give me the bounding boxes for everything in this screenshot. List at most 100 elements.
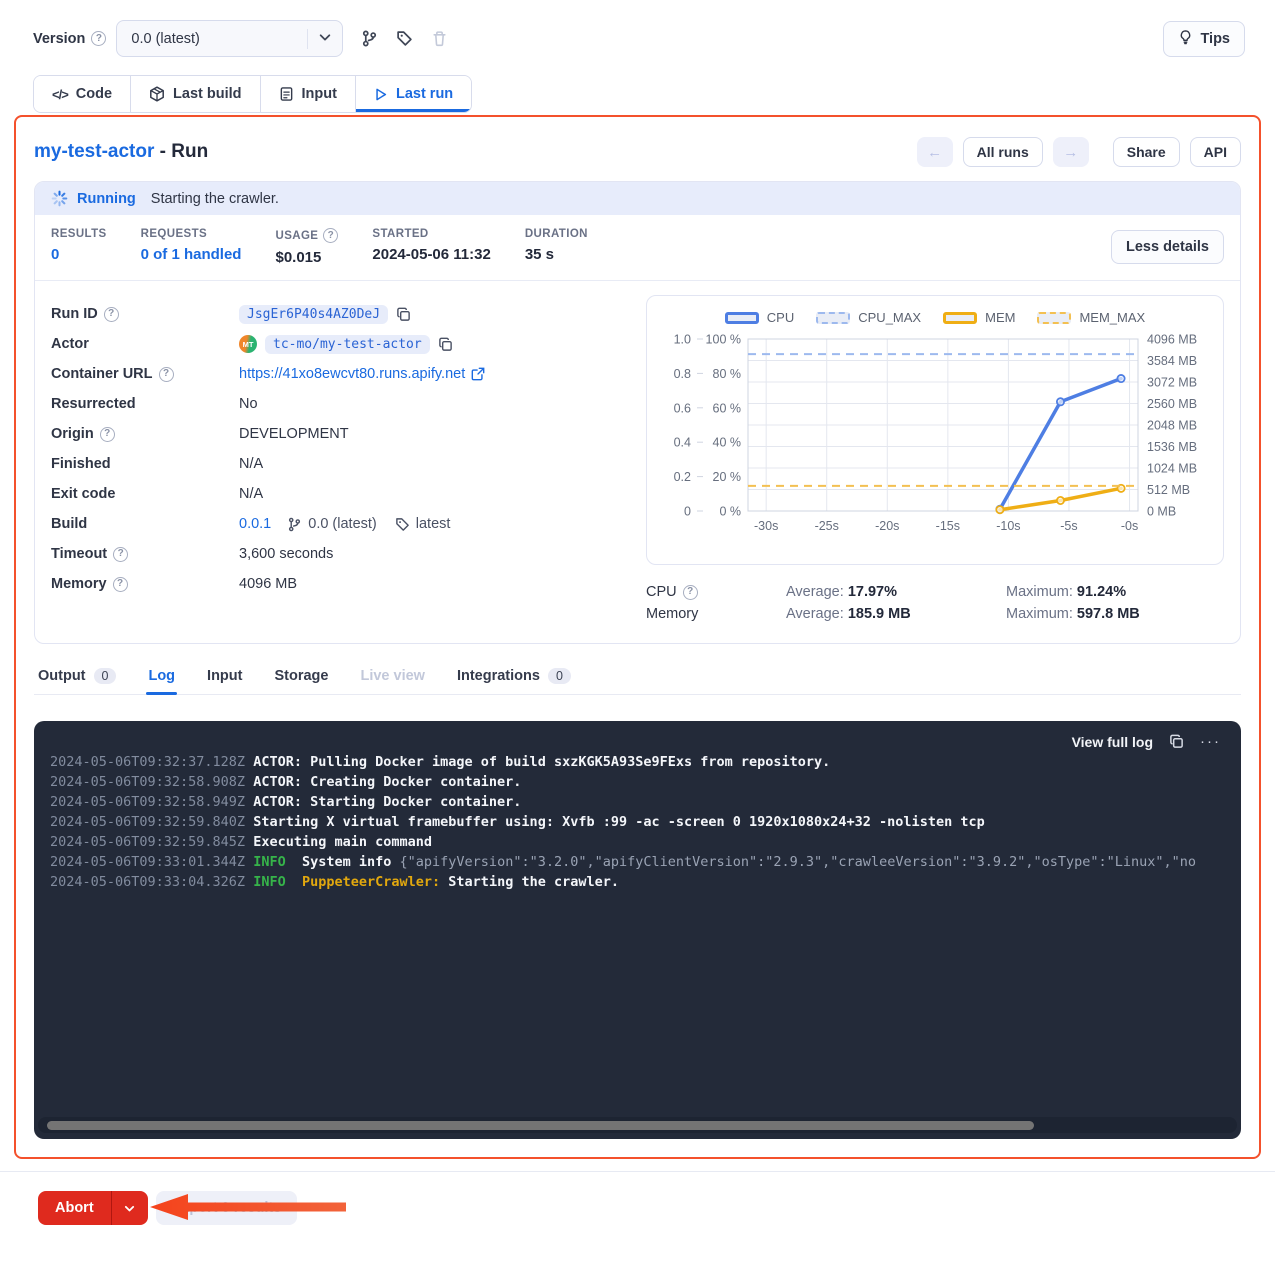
chart-legend: CPU CPU_MAX MEM MEM_MAX xyxy=(651,310,1219,325)
actor-badge[interactable]: tc-mo/my-test-actor xyxy=(265,335,430,354)
svg-text:-20s: -20s xyxy=(875,519,899,533)
svg-text:3584 MB: 3584 MB xyxy=(1147,354,1197,368)
all-runs-button[interactable]: All runs xyxy=(963,137,1043,167)
export-results-button: Export 0 results xyxy=(156,1191,298,1225)
spinner-icon xyxy=(51,190,68,207)
log-scrollbar-track[interactable] xyxy=(38,1117,1237,1133)
tab-code[interactable]: </> Code xyxy=(34,76,130,112)
svg-text:60 %: 60 % xyxy=(713,401,742,415)
file-icon xyxy=(279,86,294,102)
legend-mem_max[interactable]: MEM_MAX xyxy=(1037,310,1145,325)
actor-title-link[interactable]: my-test-actor xyxy=(34,141,154,162)
stat-duration: DURATION 35 s xyxy=(525,228,588,266)
svg-text:3072 MB: 3072 MB xyxy=(1147,376,1197,390)
tab-last-run[interactable]: Last run xyxy=(355,76,471,112)
svg-text:0.8: 0.8 xyxy=(674,367,691,381)
svg-text:-15s: -15s xyxy=(936,519,960,533)
stat-usage: USAGE? $0.015 xyxy=(275,228,338,266)
container-url-link[interactable]: https://41xo8ewcvt80.runs.apify.net xyxy=(239,366,485,382)
cpu-help-icon[interactable]: ? xyxy=(683,585,698,600)
detail-row-timeout: Timeout? 3,600 seconds xyxy=(51,539,646,569)
run-tab-integrations[interactable]: Integrations0 xyxy=(455,664,573,694)
build-number-link[interactable]: 0.0.1 xyxy=(239,516,271,532)
version-select[interactable]: 0.0 (latest) xyxy=(116,20,343,57)
tab-count-badge: 0 xyxy=(94,668,117,684)
actor-tabs: </> Code Last build Input Last run xyxy=(0,75,1275,113)
detail-row-finished: Finished N/A xyxy=(51,449,646,479)
status-badge: Running xyxy=(77,191,136,207)
detail-row-origin: Origin? DEVELOPMENT xyxy=(51,419,646,449)
copy-log-icon[interactable] xyxy=(1169,734,1184,749)
log-menu-icon[interactable]: ··· xyxy=(1200,733,1221,750)
help-icon[interactable]: ? xyxy=(113,547,128,562)
run-tab-log[interactable]: Log xyxy=(146,664,177,694)
less-details-button[interactable]: Less details xyxy=(1111,230,1224,264)
legend-cpu_max[interactable]: CPU_MAX xyxy=(816,310,921,325)
run-tab-live-view: Live view xyxy=(358,664,426,694)
stat-value: 0 of 1 handled xyxy=(141,246,242,263)
stat-value: 0 xyxy=(51,246,107,263)
svg-text:-5s: -5s xyxy=(1060,519,1077,533)
svg-text:100 %: 100 % xyxy=(706,333,741,347)
chevron-down-icon xyxy=(318,30,332,48)
abort-dropdown-button[interactable] xyxy=(111,1191,148,1225)
abort-button[interactable]: Abort xyxy=(38,1191,111,1225)
log-line: 2024-05-06T09:33:04.326Z INFO PuppeteerC… xyxy=(50,872,1241,892)
detail-value: N/A xyxy=(239,456,263,472)
branch-icon[interactable] xyxy=(361,30,378,47)
detail-value: 4096 MB xyxy=(239,576,297,592)
usage-row-cpu: CPU? Average: 17.97% Maximum: 91.24% xyxy=(646,581,1224,603)
svg-text:-10s: -10s xyxy=(996,519,1020,533)
version-help-icon[interactable]: ? xyxy=(91,31,106,46)
detail-value: DEVELOPMENT xyxy=(239,426,349,442)
run-tab-input[interactable]: Input xyxy=(205,664,244,694)
detail-row-run-id: Run ID? JsgEr6P40s4AZ0DeJ xyxy=(51,299,646,329)
log-scrollbar-thumb[interactable] xyxy=(47,1121,1034,1130)
help-icon[interactable]: ? xyxy=(100,427,115,442)
view-full-log-link[interactable]: View full log xyxy=(1072,734,1153,750)
log-line: 2024-05-06T09:33:01.344Z INFO System inf… xyxy=(50,852,1241,872)
svg-text:0: 0 xyxy=(684,505,691,519)
legend-cpu[interactable]: CPU xyxy=(725,310,794,325)
tab-input[interactable]: Input xyxy=(260,76,355,112)
package-icon xyxy=(149,86,165,102)
tag-icon[interactable] xyxy=(396,30,413,47)
page-title: my-test-actor - Run xyxy=(34,141,208,163)
tab-label: Last run xyxy=(396,86,453,102)
version-label: Version xyxy=(33,31,85,47)
help-icon[interactable]: ? xyxy=(113,577,128,592)
svg-text:80 %: 80 % xyxy=(713,367,742,381)
svg-text:2048 MB: 2048 MB xyxy=(1147,419,1197,433)
stat-requests: REQUESTS 0 of 1 handled xyxy=(141,228,242,266)
run-detail-card: my-test-actor - Run ← All runs → Share A… xyxy=(14,115,1261,1159)
svg-text:1.0: 1.0 xyxy=(674,333,691,347)
run-summary-card: Running Starting the crawler. RESULTS 0R… xyxy=(34,181,1241,644)
tips-label: Tips xyxy=(1200,31,1230,47)
legend-mem[interactable]: MEM xyxy=(943,310,1015,325)
api-button[interactable]: API xyxy=(1190,137,1241,167)
detail-row-build: Build 0.0.1 0.0 (latest) latest xyxy=(51,509,646,539)
svg-text:20 %: 20 % xyxy=(713,470,742,484)
tab-label: Input xyxy=(302,86,337,102)
share-button[interactable]: Share xyxy=(1113,137,1180,167)
usage-summary: CPU? Average: 17.97% Maximum: 91.24%Memo… xyxy=(646,581,1224,625)
run-tab-storage[interactable]: Storage xyxy=(272,664,330,694)
detail-row-resurrected: Resurrected No xyxy=(51,389,646,419)
detail-value: 3,600 seconds xyxy=(239,546,333,562)
status-message: Starting the crawler. xyxy=(151,191,279,207)
run-tab-output[interactable]: Output0 xyxy=(36,664,118,694)
copy-icon[interactable] xyxy=(438,337,453,352)
log-line: 2024-05-06T09:32:58.908Z ACTOR: Creating… xyxy=(50,772,1241,792)
copy-icon[interactable] xyxy=(396,307,411,322)
usage-help-icon[interactable]: ? xyxy=(323,228,338,243)
help-icon[interactable]: ? xyxy=(159,367,174,382)
help-icon[interactable]: ? xyxy=(104,307,119,322)
detail-row-memory: Memory? 4096 MB xyxy=(51,569,646,599)
usage-chart-panel: CPU CPU_MAX MEM MEM_MAX 00 %0.220 %0.440… xyxy=(646,295,1224,625)
log-line: 2024-05-06T09:32:58.949Z ACTOR: Starting… xyxy=(50,792,1241,812)
tab-last-build[interactable]: Last build xyxy=(130,76,259,112)
svg-text:-0s: -0s xyxy=(1121,519,1138,533)
run-id-badge[interactable]: JsgEr6P40s4AZ0DeJ xyxy=(239,305,388,324)
tips-button[interactable]: Tips xyxy=(1163,21,1245,57)
usage-row-memory: Memory Average: 185.9 MB Maximum: 597.8 … xyxy=(646,603,1224,625)
